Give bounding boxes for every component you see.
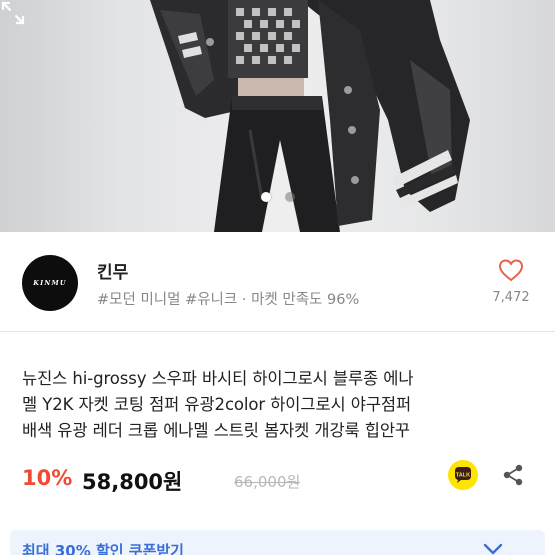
- like-count: 7,472: [492, 290, 530, 305]
- seller-logo-text: KINMU: [33, 279, 67, 287]
- share-icon[interactable]: [500, 462, 526, 488]
- talk-button[interactable]: TALK: [448, 460, 478, 490]
- like-button[interactable]: 7,472: [488, 258, 534, 305]
- coupon-download-bar[interactable]: 최대 30% 할인 쿠폰받기: [10, 530, 545, 555]
- product-title-line: 배색 유광 레더 크롭 에나멜 스트릿 봄자켓 개강룩 힙안꾸: [22, 421, 410, 440]
- meta-separator: ·: [237, 292, 252, 308]
- sale-price: 58,800원: [82, 470, 183, 494]
- seller-tags[interactable]: #모던 미니멀 #유니크: [97, 292, 237, 308]
- seller-name[interactable]: 킨무: [97, 258, 128, 283]
- carousel-dot[interactable]: [284, 192, 295, 202]
- chevron-down-icon: [483, 543, 503, 555]
- discount-rate: 10%: [22, 466, 73, 490]
- market-satisfaction: 마켓 만족도 96%: [251, 292, 360, 308]
- product-title-line: 뉴진스 hi-grossy 스우파 바시티 하이그로시 블루종 에나: [22, 369, 414, 388]
- carousel-indicators: [0, 192, 555, 202]
- expand-arrows-icon[interactable]: [0, 0, 26, 26]
- coupon-label: 최대 30% 할인 쿠폰받기: [22, 542, 184, 555]
- product-title-line: 멜 Y2K 자켓 코팅 점퍼 유광2color 하이그로시 야구점퍼: [22, 395, 412, 414]
- heart-outline-icon: [498, 259, 524, 282]
- price-row: 10% 58,800원 66,000원 TALK: [22, 460, 537, 498]
- product-image-carousel[interactable]: [0, 0, 555, 232]
- seller-meta: #모던 미니멀 #유니크 · 마켓 만족도 96%: [97, 288, 359, 309]
- carousel-dot-active[interactable]: [260, 192, 271, 202]
- talk-label: TALK: [456, 472, 470, 478]
- original-price: 66,000원: [234, 473, 301, 491]
- seller-logo[interactable]: KINMU: [22, 255, 78, 311]
- seller-info-row[interactable]: KINMU 킨무 #모던 미니멀 #유니크 · 마켓 만족도 96% 7,472: [0, 232, 555, 332]
- product-title: 뉴진스 hi-grossy 스우파 바시티 하이그로시 블루종 에나 멜 Y2K…: [22, 366, 537, 444]
